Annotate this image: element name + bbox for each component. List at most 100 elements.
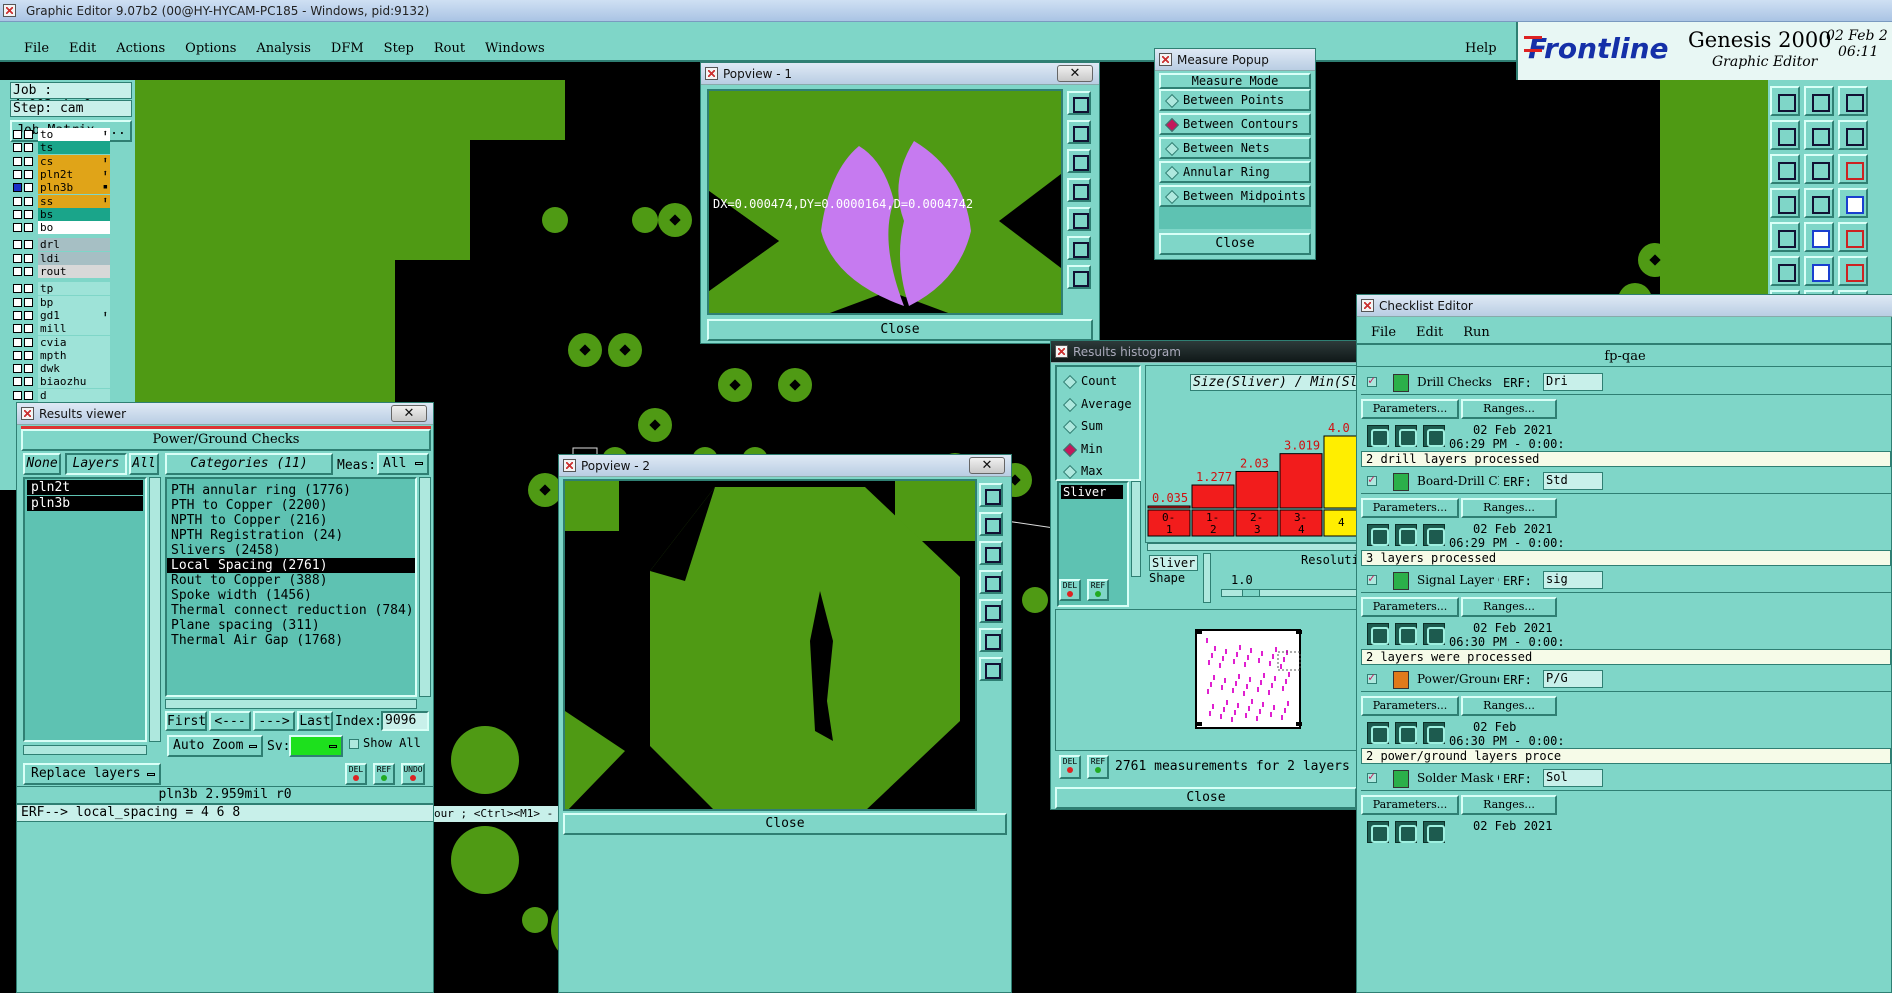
layer-row-dwk[interactable]: dwk — [10, 362, 110, 376]
layer-row-rout[interactable]: rout — [10, 265, 110, 278]
report-icon[interactable] — [1395, 425, 1417, 447]
category-item[interactable]: PTH annular ring (1776) — [167, 483, 415, 498]
layer-checkbox[interactable] — [13, 390, 22, 400]
layer-visibility-box[interactable] — [24, 130, 33, 139]
layer-row-tp[interactable]: tp — [10, 282, 110, 296]
check-header[interactable]: ✓ Drill Checks ERF: Dri — [1361, 371, 1891, 395]
tool-icon[interactable] — [1804, 222, 1834, 252]
layer-checkbox[interactable] — [13, 240, 22, 250]
layer-visibility-box[interactable] — [24, 350, 33, 360]
category-item[interactable]: Plane spacing (311) — [167, 618, 415, 633]
layer-checkbox[interactable] — [13, 350, 22, 360]
histogram-list-scrollbar[interactable] — [1131, 481, 1141, 577]
popview-2-titlebar[interactable]: Popview - 2 ✕ — [559, 455, 1011, 477]
layer-checkbox[interactable] — [13, 284, 22, 294]
layer-row-drl[interactable]: drl — [10, 238, 110, 252]
layer-visibility-box[interactable] — [24, 209, 33, 219]
menu-step[interactable]: Step — [384, 41, 414, 56]
view-tool-icon[interactable] — [1067, 149, 1091, 173]
run-icon[interactable] — [1367, 821, 1389, 843]
checklist-menu-file[interactable]: File — [1371, 325, 1396, 340]
layer-checkbox[interactable] — [13, 310, 22, 320]
erf-value[interactable]: Dri — [1543, 373, 1603, 391]
layer-row-pln2t[interactable]: pln2t ⬆ — [10, 167, 110, 181]
layer-visibility-box[interactable] — [24, 156, 33, 166]
layer-visibility-box[interactable] — [24, 364, 33, 374]
category-item[interactable]: NPTH Registration (24) — [167, 528, 415, 543]
tool-icon[interactable] — [1770, 188, 1800, 218]
ranges-button[interactable]: Ranges... — [1461, 696, 1557, 716]
tool-icon[interactable] — [1838, 154, 1868, 184]
erf-value[interactable]: P/G — [1543, 670, 1603, 688]
layer-row-gd1[interactable]: gd1 ⬆ — [10, 308, 110, 322]
close-icon[interactable]: ✕ — [1057, 65, 1093, 82]
histogram-hscroll[interactable] — [1147, 543, 1359, 551]
layers-hscroll[interactable] — [23, 745, 147, 755]
menu-analysis[interactable]: Analysis — [256, 41, 311, 56]
layer-checkbox[interactable] — [13, 267, 22, 276]
tool-icon[interactable] — [1770, 154, 1800, 184]
categories-hscroll[interactable] — [165, 699, 417, 709]
parameters-button[interactable]: Parameters... — [1361, 597, 1459, 617]
layer-row-ldi[interactable]: ldi — [10, 251, 110, 265]
tool-icon[interactable] — [1770, 120, 1800, 150]
layer-row-to[interactable]: to ⬆ — [10, 128, 110, 141]
menu-options[interactable]: Options — [185, 41, 236, 56]
categories-list[interactable]: PTH annular ring (1776) PTH to Copper (22… — [165, 477, 417, 697]
layer-visibility-box[interactable] — [24, 337, 33, 347]
stop-icon[interactable] — [1423, 425, 1445, 447]
ref-button[interactable]: REF — [373, 763, 395, 785]
tool-icon[interactable] — [1804, 256, 1834, 286]
resolution-slider[interactable] — [1221, 589, 1359, 597]
prev-button[interactable]: <--- — [209, 711, 251, 731]
none-button[interactable]: None — [23, 453, 61, 475]
ranges-button[interactable]: Ranges... — [1461, 597, 1557, 617]
ranges-button[interactable]: Ranges... — [1461, 795, 1557, 815]
menu-rout[interactable]: Rout — [434, 41, 465, 56]
view-tool-icon[interactable] — [1067, 236, 1091, 260]
view-tool-icon[interactable] — [979, 541, 1003, 565]
tool-icon[interactable] — [1770, 86, 1800, 116]
histogram-bar[interactable] — [1279, 453, 1323, 509]
layer-row-ts[interactable]: ts — [10, 141, 110, 155]
menu-edit[interactable]: Edit — [69, 41, 96, 56]
stat-max[interactable]: Max — [1061, 463, 1141, 483]
report-icon[interactable] — [1395, 821, 1417, 843]
layer-visibility-box[interactable] — [24, 169, 33, 179]
menu-actions[interactable]: Actions — [116, 41, 165, 56]
layer-visibility-box[interactable] — [24, 324, 33, 334]
auto-zoom-select[interactable]: Auto Zoom — [167, 735, 263, 757]
histogram-titlebar[interactable]: Results histogram — [1051, 341, 1359, 363]
report-icon[interactable] — [1395, 524, 1417, 546]
layer-visibility-box[interactable] — [24, 240, 33, 250]
view-tool-icon[interactable] — [1067, 91, 1091, 115]
popview-2-canvas[interactable] — [563, 479, 977, 811]
check-header[interactable]: ✓ Board-Drill Che ERF: Std — [1361, 470, 1891, 494]
parameters-button[interactable]: Parameters... — [1361, 696, 1459, 716]
run-icon[interactable] — [1367, 722, 1389, 744]
category-item[interactable]: Rout to Copper (388) — [167, 573, 415, 588]
layer-checkbox[interactable] — [13, 324, 22, 334]
close-icon[interactable]: ✕ — [969, 457, 1005, 474]
layer-checkbox[interactable] — [13, 209, 22, 219]
layer-visibility-box[interactable] — [24, 253, 33, 263]
category-item[interactable]: PTH to Copper (2200) — [167, 498, 415, 513]
view-tool-icon[interactable] — [979, 628, 1003, 652]
measure-option-between-midpoints[interactable]: Between Midpoints — [1159, 185, 1311, 207]
tool-icon[interactable] — [1838, 222, 1868, 252]
tool-icon[interactable] — [1770, 256, 1800, 286]
stop-icon[interactable] — [1423, 821, 1445, 843]
first-button[interactable]: First — [165, 711, 207, 731]
erf-value[interactable]: Sol — [1543, 769, 1603, 787]
report-icon[interactable] — [1395, 623, 1417, 645]
del-button[interactable]: DEL — [345, 763, 367, 785]
measure-option-annular-ring[interactable]: Annular Ring — [1159, 161, 1311, 183]
layer-row-bp[interactable]: bp — [10, 295, 110, 309]
categories-tab[interactable]: Categories (11) — [165, 453, 333, 475]
tool-icon[interactable] — [1838, 86, 1868, 116]
stat-count[interactable]: Count — [1061, 373, 1141, 393]
layer-checkbox[interactable] — [13, 364, 22, 374]
categories-scrollbar[interactable] — [419, 477, 431, 697]
erf-value[interactable]: Std — [1543, 472, 1603, 490]
layer-row-mill[interactable]: mill — [10, 322, 110, 336]
